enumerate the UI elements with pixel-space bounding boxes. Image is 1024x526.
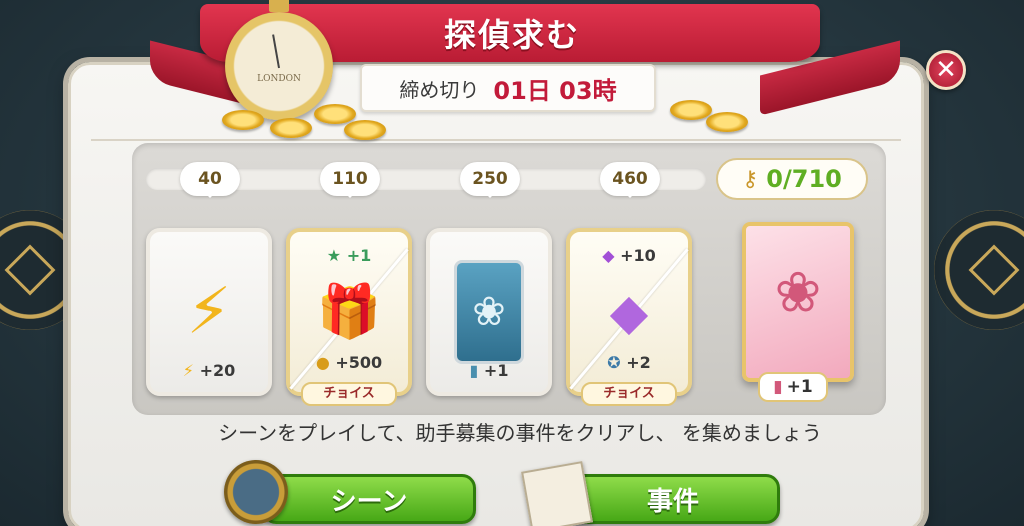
coin-icon: [222, 110, 264, 130]
page-title: 探偵求む: [443, 16, 580, 54]
reward-card-card-pack[interactable]: ❀ ▮ +1: [426, 228, 552, 396]
gems-compass-icon: ◆: [609, 283, 649, 341]
reward-amount-top: ◆ +10: [602, 246, 656, 265]
reward-card-energy[interactable]: ⚡ ⚡ +20: [146, 228, 272, 396]
deadline-box: 締め切り 01日 03時: [360, 64, 656, 112]
reward-amount: ⚡ +20: [182, 361, 236, 380]
reward-amount-bottom: ✪ +2: [607, 353, 651, 372]
coin-icon: ●: [315, 353, 330, 372]
scene-button[interactable]: シーン: [262, 474, 476, 524]
card-icon: ▮: [773, 377, 783, 397]
star-badge-icon: ★: [326, 246, 342, 265]
close-button[interactable]: ✕: [926, 50, 966, 90]
choice-tag: チョイス: [301, 382, 397, 406]
deadline-label: 締め切り: [399, 77, 480, 102]
stopwatch-face-text: LONDON: [257, 74, 301, 84]
milestone-marker: 40: [180, 162, 240, 196]
reward-card-choice-chest[interactable]: ★ +1 🎁 ● +500 チョイス: [286, 228, 412, 406]
case-book-icon: [521, 461, 593, 526]
magnifier-scene-icon: [224, 460, 288, 524]
coin-icon: [344, 120, 386, 140]
key-counter: ⚷ 0/710: [716, 158, 868, 200]
reward-amount: ▮ +1: [469, 361, 509, 380]
final-reward-tag: ▮ +1: [758, 372, 828, 402]
compass-icon: ✪: [607, 353, 621, 372]
deadline-value: 01日 03時: [493, 76, 617, 105]
card-pack-icon: ❀: [454, 260, 524, 364]
key-icon: ⚷: [742, 166, 759, 192]
reward-card-choice-gem[interactable]: ◆ +10 ◆ ✪ +2 チョイス: [566, 228, 692, 406]
gem-icon: ◆: [602, 246, 615, 265]
case-button[interactable]: 事件: [566, 474, 780, 524]
rose-icon: ❀: [774, 260, 822, 326]
stopwatch-icon: LONDON: [225, 0, 333, 120]
final-reward-card-pack[interactable]: ❀: [742, 222, 854, 382]
lightning-icon: ⚡: [186, 275, 232, 349]
milestone-marker: 250: [460, 162, 520, 196]
reward-amount-top: ★ +1: [326, 246, 372, 265]
reward-amount-bottom: ● +500: [315, 353, 383, 372]
coin-icon: [706, 112, 748, 132]
card-icon: ▮: [469, 361, 479, 380]
instruction-text: シーンをプレイして、助手募集の事件をクリアし、 を集めましょう: [218, 421, 822, 445]
coin-icon: [670, 100, 712, 120]
key-count: 0/710: [766, 165, 842, 193]
gift-box-icon: 🎁: [316, 282, 382, 342]
milestone-marker: 460: [600, 162, 660, 196]
coin-icon: [270, 118, 312, 138]
milestone-marker: 110: [320, 162, 380, 196]
choice-tag: チョイス: [581, 382, 677, 406]
stopwatch-hand: [272, 34, 280, 69]
right-clock-ornament: [934, 210, 1024, 330]
energy-icon: ⚡: [182, 361, 194, 380]
coin-icon: [314, 104, 356, 124]
close-icon: ✕: [935, 55, 957, 85]
